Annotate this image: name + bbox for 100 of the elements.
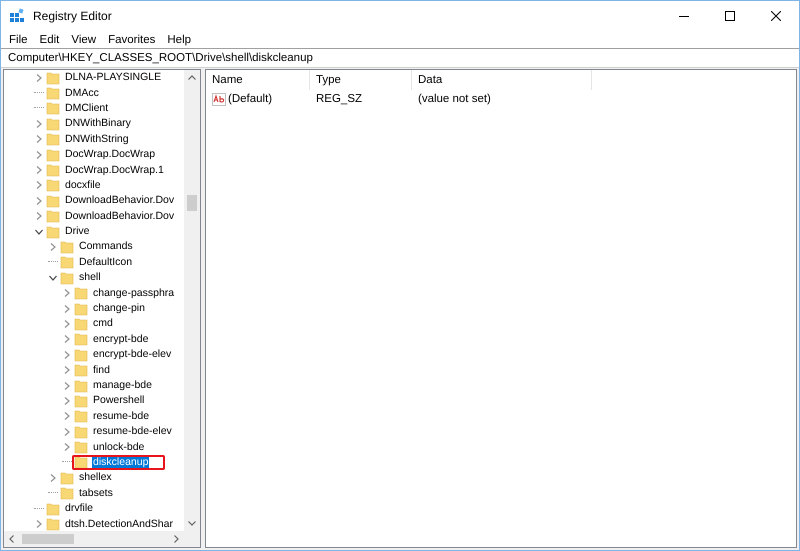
folder-icon <box>46 132 60 146</box>
column-header[interactable]: Name <box>206 70 310 90</box>
expand-chevron-icon[interactable] <box>34 118 44 129</box>
tree-item[interactable]: shellex <box>78 471 113 484</box>
scroll-thumb[interactable] <box>187 195 197 211</box>
tree-item[interactable]: DownloadBehavior.Dov <box>64 194 176 208</box>
tree-item[interactable]: Powershell <box>92 394 146 408</box>
expand-chevron-icon[interactable] <box>62 288 72 298</box>
expand-chevron-icon[interactable] <box>62 411 72 422</box>
expand-chevron-icon[interactable] <box>48 242 58 252</box>
window-title: Registry Editor <box>33 9 113 23</box>
folder-icon <box>74 409 88 424</box>
folder-icon <box>46 148 60 162</box>
column-header[interactable]: Data <box>412 70 592 90</box>
expand-chevron-icon[interactable] <box>34 211 44 222</box>
scroll-thumb[interactable] <box>22 534 74 544</box>
folder-icon <box>46 209 60 224</box>
folder-icon <box>46 502 60 516</box>
folder-icon <box>74 424 88 439</box>
expand-chevron-icon[interactable] <box>62 380 72 390</box>
tree-item[interactable]: encrypt-bde <box>92 332 150 346</box>
tree-item[interactable]: DMAcc <box>64 86 100 100</box>
folder-icon <box>46 70 60 85</box>
expand-chevron-icon[interactable] <box>34 196 44 206</box>
folder-icon <box>60 255 74 270</box>
folder-icon <box>60 470 74 485</box>
expand-chevron-icon[interactable] <box>34 72 44 83</box>
tree-item[interactable]: DownloadBehavior.Dov <box>64 210 176 223</box>
folder-icon <box>74 455 88 470</box>
menu-item[interactable]: Help <box>161 34 198 46</box>
tree-item[interactable]: DLNA-PLAYSINGLE <box>64 71 162 84</box>
expand-chevron-icon[interactable] <box>48 472 58 483</box>
folder-icon <box>46 163 60 178</box>
column-header[interactable]: Type <box>310 70 412 90</box>
menu-item[interactable]: View <box>65 34 102 46</box>
tree-item[interactable]: change-passphra <box>92 286 176 300</box>
tree-item[interactable]: DNWithString <box>64 132 130 146</box>
expand-chevron-icon[interactable] <box>62 426 72 437</box>
tree-item[interactable]: DNWithBinary <box>64 117 132 130</box>
expand-chevron-icon[interactable] <box>34 165 44 176</box>
tree-item[interactable]: cmd <box>92 317 114 330</box>
tree-item[interactable]: find <box>92 364 111 377</box>
tree-item[interactable]: resume-bde-elev <box>92 425 173 438</box>
close-icon <box>771 11 781 21</box>
tree-item[interactable]: dtsh.DetectionAndShar <box>64 518 174 531</box>
expand-chevron-icon[interactable] <box>34 150 44 160</box>
tree-item[interactable]: DMClient <box>64 102 110 115</box>
vertical-scrollbar[interactable] <box>184 70 200 531</box>
folder-icon <box>46 101 60 116</box>
folder-icon <box>46 86 60 100</box>
horizontal-scrollbar[interactable] <box>4 531 184 547</box>
folder-icon <box>74 440 88 454</box>
menu-item[interactable]: File <box>3 34 34 46</box>
folder-icon <box>60 270 74 285</box>
tree-item[interactable]: Commands <box>78 240 134 254</box>
tree-item[interactable]: DocWrap.DocWrap.1 <box>64 164 165 177</box>
string-value-icon <box>212 92 226 106</box>
value-name[interactable]: (Default) <box>228 93 272 105</box>
address-bar[interactable]: Computer\HKEY_CLASSES_ROOT\Drive\shell\diskcleanup <box>1 48 799 68</box>
menu-item[interactable]: Edit <box>34 34 66 46</box>
folder-icon <box>74 363 88 378</box>
tree-item[interactable]: Drive <box>64 225 91 238</box>
app-icon <box>9 8 25 24</box>
tree-item[interactable]: docxfile <box>64 178 102 192</box>
expand-chevron-icon[interactable] <box>62 304 72 314</box>
tree-item[interactable]: drvfile <box>64 502 94 516</box>
folder-icon <box>46 116 60 131</box>
expand-chevron-icon[interactable] <box>34 134 44 144</box>
folder-icon <box>74 378 88 392</box>
expand-chevron-icon[interactable] <box>62 442 72 452</box>
expand-chevron-icon[interactable] <box>62 318 72 329</box>
value-type: REG_SZ <box>315 93 364 105</box>
folder-icon <box>46 178 60 192</box>
tree-item[interactable]: DocWrap.DocWrap <box>64 148 156 162</box>
folder-icon <box>74 394 88 408</box>
tree-item[interactable]: resume-bde <box>92 410 150 423</box>
expand-chevron-icon[interactable] <box>62 334 72 344</box>
expand-chevron-icon[interactable] <box>34 519 44 530</box>
tree-item[interactable]: unlock-bde <box>92 440 146 454</box>
expand-chevron-icon[interactable] <box>62 350 72 360</box>
expand-chevron-icon[interactable] <box>34 180 44 190</box>
folder-icon <box>74 302 88 316</box>
menu-item[interactable]: Favorites <box>102 34 162 46</box>
tree-item[interactable]: change-pin <box>92 302 146 316</box>
folder-icon <box>46 224 60 239</box>
value-data: (value not set) <box>417 93 492 105</box>
folder-icon <box>74 286 88 300</box>
tree-item[interactable]: DefaultIcon <box>78 256 134 269</box>
tree-item[interactable]: manage-bde <box>92 379 153 392</box>
folder-icon <box>74 316 88 331</box>
folder-icon <box>74 348 88 362</box>
tree-item[interactable]: tabsets <box>78 486 114 500</box>
folder-icon <box>60 240 74 254</box>
folder-icon <box>46 194 60 208</box>
expand-chevron-icon[interactable] <box>62 365 72 376</box>
maximize-icon <box>725 11 735 21</box>
folder-icon <box>60 486 74 500</box>
tree-item[interactable]: shell <box>78 271 102 284</box>
expand-chevron-icon[interactable] <box>62 396 72 406</box>
tree-item[interactable]: encrypt-bde-elev <box>92 348 172 362</box>
